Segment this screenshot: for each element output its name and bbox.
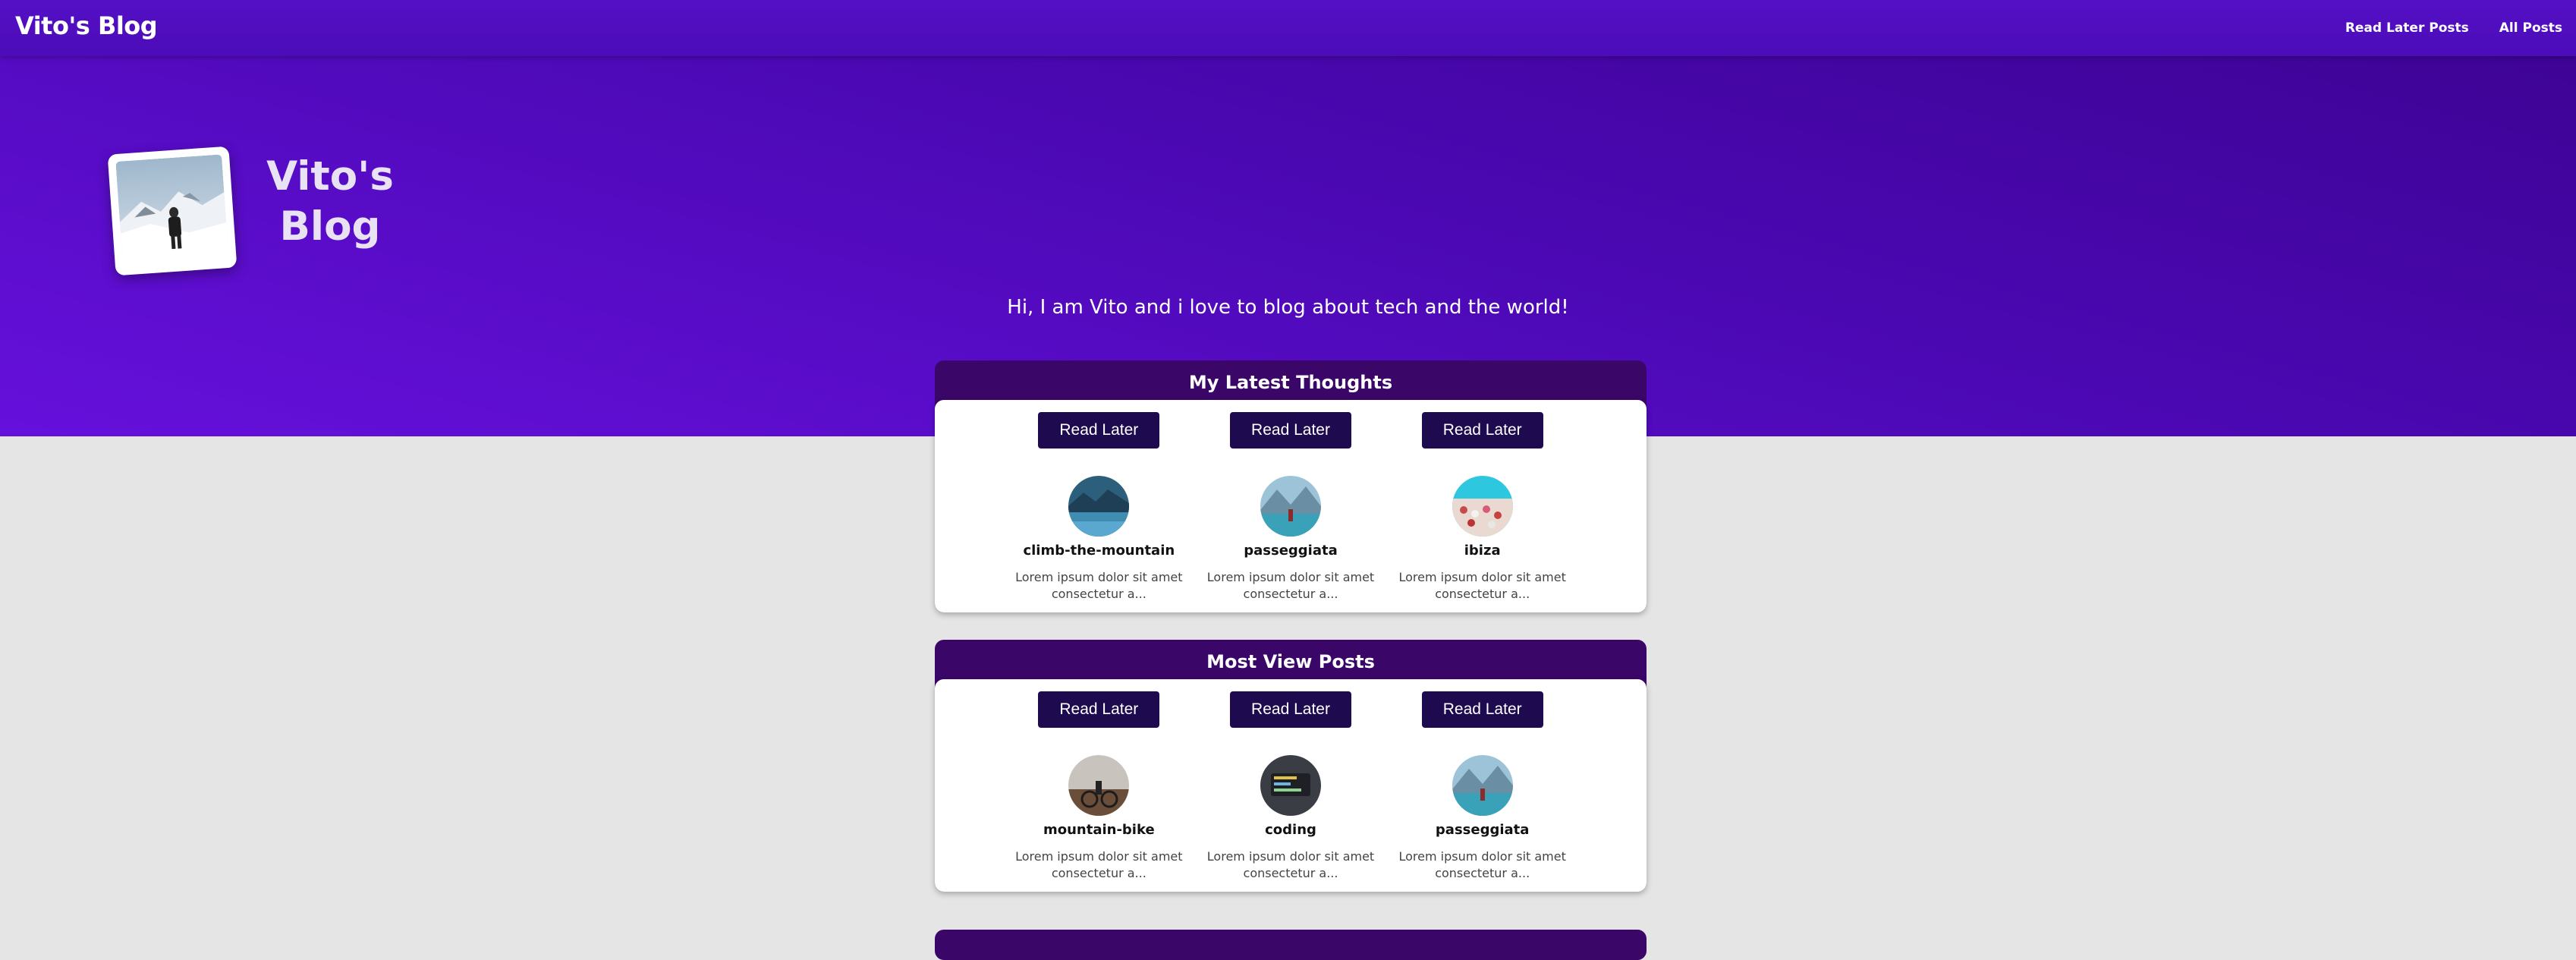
- post-excerpt: Lorem ipsum dolor sit amet consectetur a…: [1206, 570, 1375, 601]
- section-latest-thoughts: My Latest Thoughts Read Later climb-the-…: [935, 360, 1647, 612]
- post-thumbnail[interactable]: [1452, 755, 1513, 816]
- post-card: Read Later coding Lorem ipsum dolor sit …: [1195, 679, 1387, 892]
- post-title[interactable]: coding: [1265, 822, 1316, 838]
- section-title: Most View Posts: [1206, 651, 1375, 672]
- post-thumbnail[interactable]: [1068, 755, 1130, 816]
- brand-logo[interactable]: Vito's Blog: [15, 11, 158, 40]
- section-body: Read Later climb-the-mountain Lorem ipsu…: [935, 400, 1647, 612]
- read-later-button[interactable]: Read Later: [1230, 691, 1351, 728]
- read-later-button[interactable]: Read Later: [1230, 412, 1351, 449]
- post-card: Read Later mountain-bike Lorem ipsum dol…: [1003, 679, 1195, 892]
- post-excerpt: Lorem ipsum dolor sit amet consectetur a…: [1015, 570, 1183, 601]
- section-most-view-posts: Most View Posts Read Later mountain-bike…: [935, 640, 1647, 892]
- post-thumbnail[interactable]: [1260, 755, 1321, 816]
- nav-all-posts[interactable]: All Posts: [2499, 20, 2562, 36]
- read-later-button[interactable]: Read Later: [1421, 412, 1543, 449]
- read-later-button[interactable]: Read Later: [1038, 691, 1160, 728]
- profile-photo: [115, 154, 229, 268]
- hero-title: Vito's Blog: [266, 153, 394, 250]
- section-peek: [935, 930, 1647, 960]
- post-thumbnail[interactable]: [1068, 476, 1130, 537]
- post-card: Read Later passeggiata Lorem ipsum dolor…: [1386, 679, 1578, 892]
- main-nav: Read Later Posts All Posts: [2345, 0, 2576, 56]
- section-title: My Latest Thoughts: [1188, 372, 1393, 393]
- post-excerpt: Lorem ipsum dolor sit amet consectetur a…: [1398, 849, 1566, 880]
- post-title[interactable]: mountain-bike: [1043, 822, 1155, 838]
- post-card: Read Later climb-the-mountain Lorem ipsu…: [1003, 400, 1195, 612]
- read-later-button[interactable]: Read Later: [1038, 412, 1160, 449]
- post-title[interactable]: climb-the-mountain: [1023, 543, 1175, 559]
- post-excerpt: Lorem ipsum dolor sit amet consectetur a…: [1206, 849, 1375, 880]
- post-card: Read Later passeggiata Lorem ipsum dolor…: [1195, 400, 1387, 612]
- post-thumbnail[interactable]: [1452, 476, 1513, 537]
- section-body: Read Later mountain-bike Lorem ipsum dol…: [935, 679, 1647, 892]
- post-thumbnail[interactable]: [1260, 476, 1321, 537]
- post-card: Read Later ibiza Lorem ipsum dolor sit a: [1386, 400, 1578, 612]
- nav-read-later-posts[interactable]: Read Later Posts: [2345, 20, 2469, 36]
- post-title[interactable]: passeggiata: [1244, 543, 1338, 559]
- profile-photo-frame: [107, 146, 237, 276]
- post-excerpt: Lorem ipsum dolor sit amet consectetur a…: [1398, 570, 1566, 601]
- post-title[interactable]: passeggiata: [1436, 822, 1530, 838]
- hero-tagline: Hi, I am Vito and i love to blog about t…: [1007, 296, 1569, 319]
- top-navbar: Vito's Blog Read Later Posts All Posts: [0, 0, 2576, 56]
- post-title[interactable]: ibiza: [1464, 543, 1501, 559]
- read-later-button[interactable]: Read Later: [1421, 691, 1543, 728]
- post-excerpt: Lorem ipsum dolor sit amet consectetur a…: [1015, 849, 1183, 880]
